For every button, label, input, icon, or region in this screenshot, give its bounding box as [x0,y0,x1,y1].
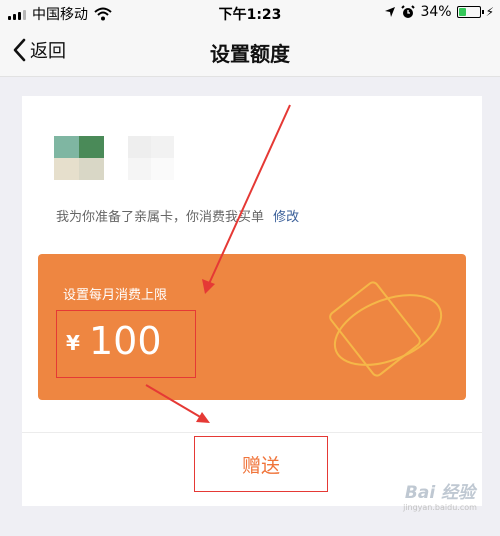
blurred-name [128,136,174,180]
nav-bar: 返回 设置额度 [0,26,500,77]
page-title: 设置额度 [210,42,290,66]
divider [22,432,482,433]
battery-icon [456,6,484,18]
alarm-icon [401,5,416,18]
gift-button[interactable]: 赠送 [194,436,328,492]
family-card-panel: 我为你准备了亲属卡，你消费我买单 修改 设置每月消费上限 ¥ 赠送 [22,96,482,506]
message-text: 我为你准备了亲属卡，你消费我买单 [56,210,265,225]
amount-input[interactable] [89,319,189,363]
monthly-limit-panel: 设置每月消费上限 ¥ [38,254,466,400]
avatar [54,136,104,180]
watermark-url: jingyan.baidu.com [403,503,477,512]
card-decoration-icon [329,281,443,377]
currency-symbol: ¥ [66,331,80,355]
watermark: Bai 经验 jingyan.baidu.com [390,478,490,512]
limit-label: 设置每月消费上限 [63,288,168,303]
battery-percent: 34% [420,4,452,20]
status-bar: 中国移动 下午1:23 34% ⚡ [0,0,500,26]
charging-bolt-icon: ⚡ [485,5,494,19]
battery-fill [458,8,466,16]
amount-field[interactable]: ¥ [56,310,196,378]
card-message: 我为你准备了亲属卡，你消费我买单 修改 [56,206,299,225]
edit-message-link[interactable]: 修改 [273,210,299,225]
location-arrow-icon [385,7,396,17]
watermark-logo: Bai 经验 [404,483,476,503]
status-right: 34% ⚡ [384,4,494,20]
